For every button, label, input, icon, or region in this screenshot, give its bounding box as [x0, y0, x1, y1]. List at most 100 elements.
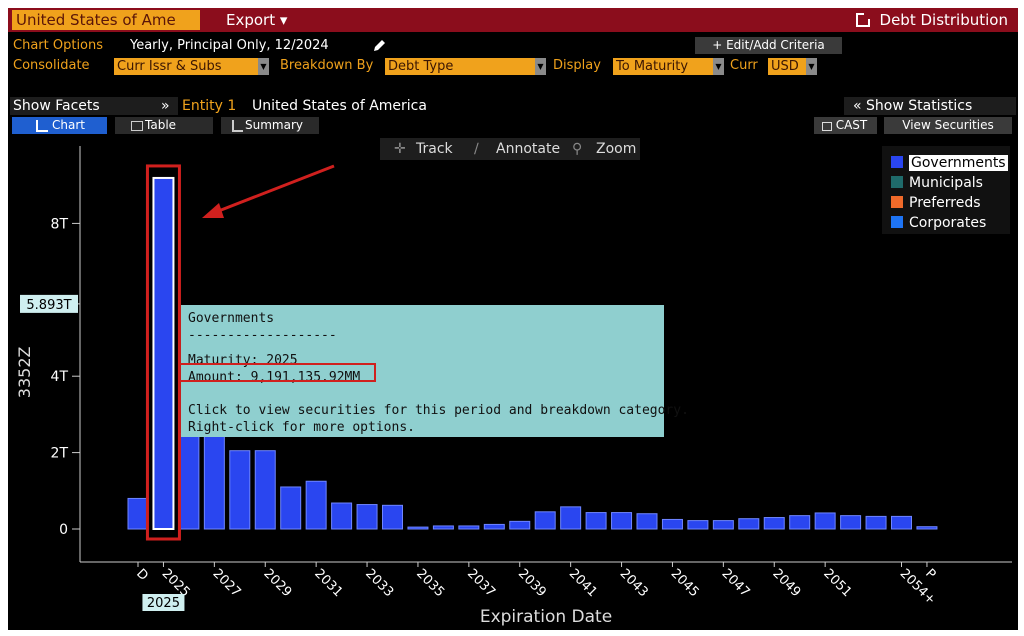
track-button[interactable]: Track [416, 140, 453, 158]
tab-summary[interactable]: Summary [221, 117, 319, 134]
bar-2050[interactable] [789, 515, 811, 530]
bar-2031[interactable] [305, 480, 327, 530]
currency-label: Curr [730, 58, 758, 73]
title-bar: United States of Ame Export ▾ Debt Distr… [8, 8, 1018, 32]
bar-2041[interactable] [560, 506, 582, 530]
x-tick-label: 2043 [617, 566, 651, 600]
legend-item-governments[interactable]: Governments [891, 155, 1008, 171]
chart-options-label[interactable]: Chart Options [13, 37, 103, 55]
bar-2030[interactable] [280, 486, 302, 530]
bar-2032[interactable] [331, 502, 353, 530]
annotate-button[interactable]: Annotate [496, 140, 560, 158]
x-axis-label: Expiration Date [480, 607, 612, 627]
show-statistics-button[interactable]: « Show Statistics [853, 97, 972, 115]
bar-2051[interactable] [814, 512, 836, 530]
bar-2047[interactable] [712, 520, 734, 530]
chevron-down-icon[interactable]: ▼ [806, 58, 817, 75]
bar-2053[interactable] [865, 515, 887, 530]
x-tick-label: 2049 [769, 566, 803, 600]
chart-legend: Governments Municipals Preferreds Corpor… [882, 146, 1010, 234]
app-title-text: Debt Distribution [879, 11, 1008, 29]
app-window: United States of Ame Export ▾ Debt Distr… [8, 8, 1018, 630]
x-tick-label: 2027 [210, 566, 244, 600]
red-arrow-head-icon [202, 203, 224, 218]
display-label: Display [553, 58, 601, 73]
bar-D[interactable] [127, 497, 149, 530]
selected-category-label: 2025 [147, 596, 180, 611]
tooltip-hint-click: Click to view securities for this period… [188, 403, 689, 418]
app-title[interactable]: Debt Distribution [855, 10, 1008, 30]
tooltip-series: Governments [188, 311, 275, 326]
bar-2035[interactable] [407, 526, 429, 530]
bar-2048[interactable] [738, 518, 760, 530]
x-tick-label: 2047 [719, 566, 753, 600]
y-tick-label: 8T [51, 216, 69, 232]
bar-2054+[interactable] [891, 515, 912, 530]
bar-2034[interactable] [382, 504, 403, 530]
entity-label: Entity 1 [182, 98, 237, 114]
chart-options-value: Yearly, Principal Only, 12/2024 [130, 38, 329, 53]
x-tick-label: 2045 [668, 566, 702, 600]
consolidate-select[interactable]: Curr Issr & Subs [114, 58, 262, 75]
pen-icon: ∕ [474, 141, 479, 157]
bar-2040[interactable] [534, 511, 556, 530]
bar-2039[interactable] [509, 520, 531, 530]
tab-chart[interactable]: Chart [12, 117, 107, 134]
legend-swatch [891, 216, 903, 228]
bar-P[interactable] [916, 526, 938, 530]
bar-2037[interactable] [458, 525, 480, 530]
bar-2049[interactable] [763, 517, 785, 530]
entity-search-field[interactable]: United States of Ame [12, 10, 200, 30]
currency-select[interactable]: USD [768, 58, 808, 75]
bar-2033[interactable] [356, 504, 378, 530]
legend-item-preferreds[interactable]: Preferreds [891, 195, 981, 211]
x-tick-label: D [133, 566, 151, 584]
bar-2044[interactable] [636, 513, 658, 530]
bar-2026[interactable] [178, 433, 200, 530]
tooltip-divider: ------------------- [188, 328, 337, 343]
cast-label: CAST [835, 118, 868, 132]
collapse-icon[interactable]: » [161, 97, 170, 115]
bar-2028[interactable] [229, 450, 251, 530]
bar-2036[interactable] [432, 525, 454, 530]
cast-button[interactable]: CAST [814, 117, 877, 134]
tab-table-label: Table [145, 118, 177, 132]
bar-2042[interactable] [585, 512, 607, 530]
chevron-down-icon[interactable]: ▼ [713, 58, 724, 75]
legend-item-municipals[interactable]: Municipals [891, 175, 983, 191]
amount-highlight-box [178, 363, 376, 382]
bar-2043[interactable] [611, 512, 633, 530]
legend-item-corporates[interactable]: Corporates [891, 215, 986, 231]
chevron-down-icon[interactable]: ▼ [258, 58, 269, 75]
bar-2029[interactable] [254, 450, 276, 530]
y-tick-label: 2T [51, 446, 69, 462]
pencil-icon[interactable] [372, 39, 386, 53]
bar-2046[interactable] [687, 520, 709, 530]
legend-swatch [891, 156, 903, 168]
chart-toolbar: ✛ Track ∕ Annotate ⚲ Zoom [380, 138, 640, 160]
y-axis-label: 3352Z [15, 347, 34, 399]
bar-2027[interactable] [203, 433, 225, 530]
display-select[interactable]: To Maturity [613, 58, 715, 75]
bar-2025[interactable] [152, 176, 175, 531]
cast-icon [822, 122, 832, 131]
export-menu-button[interactable]: Export ▾ [226, 10, 287, 30]
legend-swatch [891, 176, 903, 188]
x-tick-label: 2037 [464, 566, 498, 600]
legend-swatch [891, 196, 903, 208]
chevron-down-icon[interactable]: ▼ [535, 58, 546, 75]
edit-criteria-button[interactable]: + Edit/Add Criteria [695, 37, 842, 54]
breakdown-select[interactable]: Debt Type [385, 58, 537, 75]
summary-icon [232, 120, 243, 132]
show-facets-label[interactable]: Show Facets [13, 97, 100, 115]
view-securities-button[interactable]: View Securities [884, 117, 1012, 134]
bar-2052[interactable] [840, 515, 862, 530]
consolidate-label: Consolidate [13, 58, 90, 73]
zoom-button[interactable]: Zoom [596, 140, 636, 158]
red-arrow-line [215, 164, 335, 214]
bar-2038[interactable] [483, 523, 505, 530]
tab-table[interactable]: Table [115, 117, 213, 134]
bar-2045[interactable] [661, 518, 683, 530]
chart-icon [36, 120, 48, 132]
y-tick-label: 4T [51, 369, 69, 385]
